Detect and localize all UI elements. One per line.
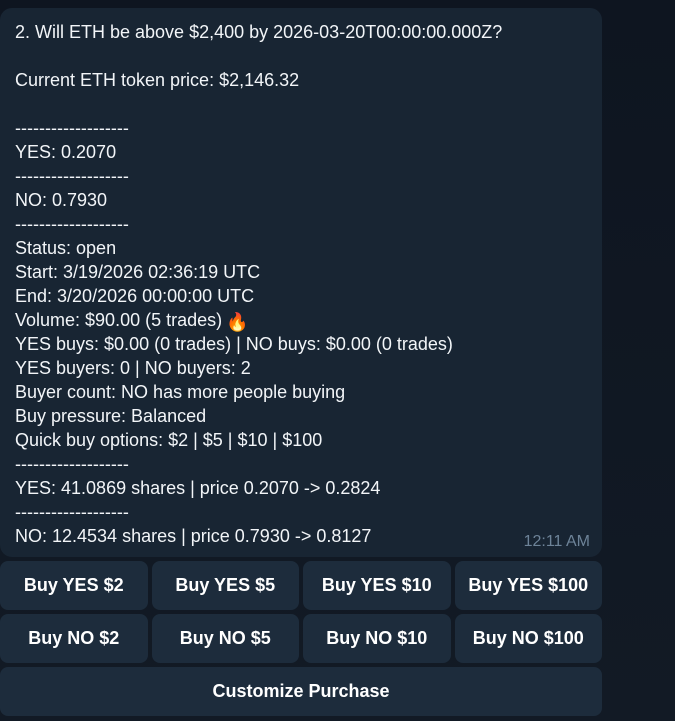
message-no-price: NO: 0.7930	[15, 190, 108, 210]
message-volume-line: Volume: $90.00 (5 trades) 🔥	[15, 308, 587, 332]
buy-yes-2-button[interactable]: Buy YES $2	[0, 561, 148, 610]
message-buy-pressure: Buy pressure: Balanced	[15, 406, 207, 426]
message-bubble: 2. Will ETH be above $2,400 by 2026-03-2…	[0, 8, 602, 557]
message-question: 2. Will ETH be above $2,400 by 2026-03-2…	[15, 22, 503, 42]
message-current-price: Current ETH token price: $2,146.32	[15, 70, 300, 90]
fire-icon: 🔥	[226, 312, 249, 332]
message-status: Status: open	[15, 238, 117, 258]
message-divider: -------------------	[15, 118, 129, 138]
buy-no-2-button[interactable]: Buy NO $2	[0, 614, 148, 663]
message-end: End: 3/20/2026 00:00:00 UTC	[15, 286, 255, 306]
message-buys: YES buys: $0.00 (0 trades) | NO buys: $0…	[15, 334, 453, 354]
message-timestamp: 12:11 AM	[523, 533, 590, 550]
buy-no-10-button[interactable]: Buy NO $10	[303, 614, 451, 663]
message-yes-price: YES: 0.2070	[15, 142, 117, 162]
buy-no-5-button[interactable]: Buy NO $5	[151, 614, 299, 663]
buy-yes-100-button[interactable]: Buy YES $100	[454, 561, 602, 610]
keyboard-row-customize: Customize Purchase	[0, 667, 602, 716]
keyboard-row-yes: Buy YES $2 Buy YES $5 Buy YES $10 Buy YE…	[0, 561, 602, 610]
inline-keyboard: Buy YES $2 Buy YES $5 Buy YES $10 Buy YE…	[0, 561, 602, 720]
keyboard-row-no: Buy NO $2 Buy NO $5 Buy NO $10 Buy NO $1…	[0, 614, 602, 663]
message-yes-shares: YES: 41.0869 shares | price 0.2070 -> 0.…	[15, 478, 381, 498]
message-divider: -------------------	[15, 166, 129, 186]
buy-no-100-button[interactable]: Buy NO $100	[454, 614, 602, 663]
message-quick-buy: Quick buy options: $2 | $5 | $10 | $100	[15, 430, 323, 450]
message-divider: -------------------	[15, 454, 129, 474]
buy-yes-10-button[interactable]: Buy YES $10	[303, 561, 451, 610]
customize-purchase-button[interactable]: Customize Purchase	[0, 667, 602, 716]
buy-yes-5-button[interactable]: Buy YES $5	[151, 561, 299, 610]
message-start: Start: 3/19/2026 02:36:19 UTC	[15, 262, 261, 282]
message-no-shares: NO: 12.4534 shares | price 0.7930 -> 0.8…	[15, 526, 372, 546]
message-divider: -------------------	[15, 502, 129, 522]
message-buyers: YES buyers: 0 | NO buyers: 2	[15, 358, 251, 378]
message-divider: -------------------	[15, 214, 129, 234]
message-volume: Volume: $90.00 (5 trades)	[15, 310, 223, 330]
message-buyer-count: Buyer count: NO has more people buying	[15, 382, 346, 402]
